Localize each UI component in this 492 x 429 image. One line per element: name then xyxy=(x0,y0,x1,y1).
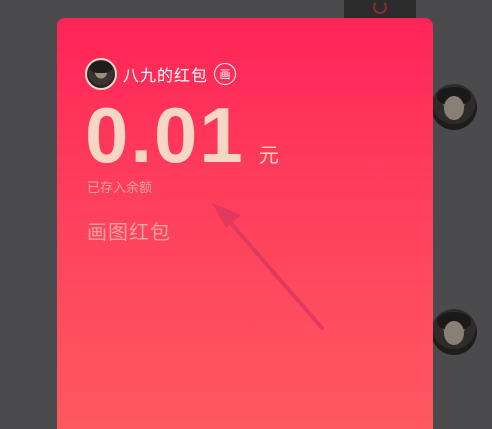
packet-type-label: 画图红包 xyxy=(87,220,171,244)
saved-to-balance-note[interactable]: 已存入余额 xyxy=(87,177,152,196)
sender-name: 八九的红包 xyxy=(123,66,209,85)
sender-avatar[interactable] xyxy=(85,58,117,90)
amount-value: 0.01 xyxy=(85,91,245,179)
sender-row: 八九的红包 画 xyxy=(85,58,237,90)
loading-icon xyxy=(373,0,387,14)
draw-icon: 画 xyxy=(214,63,237,85)
red-packet-card: 八九的红包 画 0.01 元 已存入余额 画图红包 xyxy=(57,18,433,429)
chat-avatar[interactable] xyxy=(431,84,477,130)
amount-row: 0.01 元 xyxy=(85,96,279,174)
amount-unit: 元 xyxy=(258,143,279,167)
chat-avatar[interactable] xyxy=(431,309,477,355)
